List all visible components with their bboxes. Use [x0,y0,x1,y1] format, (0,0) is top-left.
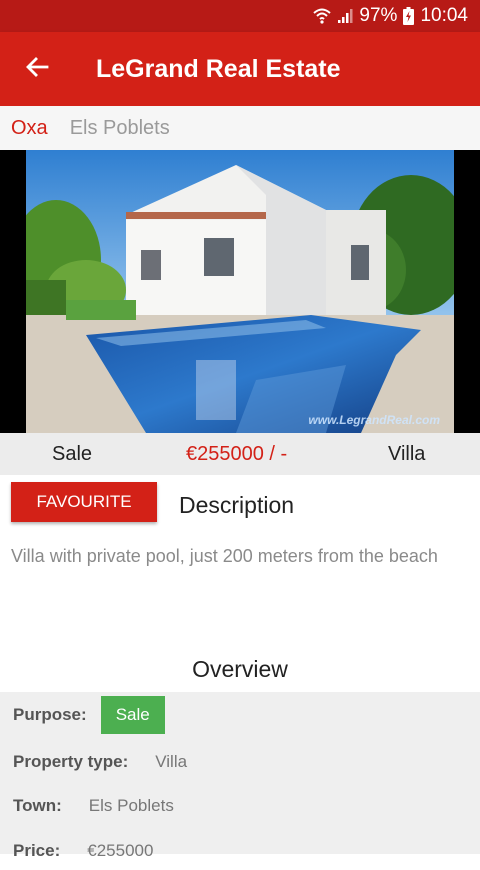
overview-row-price: Price: €255000 [13,832,153,870]
clock: 10:04 [420,5,468,26]
price-value: €255000 [87,841,154,860]
breadcrumb-area[interactable]: Oxa [11,117,48,140]
overview-title: Overview [192,656,288,682]
overview-row-property-type: Property type: Villa [13,743,187,781]
description-text: Villa with private pool, just 200 meters… [11,546,438,566]
breadcrumb-town[interactable]: Els Poblets [70,117,170,140]
description-title: Description [179,492,295,518]
property-type-label: Property type: [13,752,129,771]
property-type-value: Villa [155,752,188,771]
price-label: Price: [13,841,61,860]
town-value: Els Poblets [88,796,174,815]
summary-operation: Sale [52,443,93,465]
property-photo-frame: www.LegrandReal.com [0,150,480,433]
purpose-badge: Sale [100,696,165,734]
summary-type: Villa [388,443,426,465]
town-label: Town: [13,796,62,815]
overview-row-town: Town: Els Poblets [13,787,174,825]
wifi-icon [313,8,332,24]
battery-charging-icon [403,7,415,25]
summary-row: Sale €255000 / - Villa [0,433,480,475]
back-button[interactable] [20,52,54,86]
photo-watermark: www.LegrandReal.com [308,413,440,427]
favourite-button[interactable]: FAVOURITE [11,482,157,522]
status-icons: 97% 10:04 [313,0,468,32]
status-bar: 97% 10:04 [0,0,480,32]
app-title: LeGrand Real Estate [96,55,341,83]
purpose-label: Purpose: [13,705,87,724]
overview-panel: Purpose: Sale Property type: Villa Town:… [0,692,480,860]
battery-percent: 97% [359,5,398,26]
arrow-back-icon [25,55,49,84]
overview-row-purpose: Purpose: Sale [13,696,165,734]
app-bar: LeGrand Real Estate [0,32,480,106]
signal-icon [337,8,353,24]
breadcrumb: Oxa Els Poblets [0,106,480,150]
summary-price: €255000 / - [186,443,288,465]
property-photo[interactable]: www.LegrandReal.com [26,150,454,433]
